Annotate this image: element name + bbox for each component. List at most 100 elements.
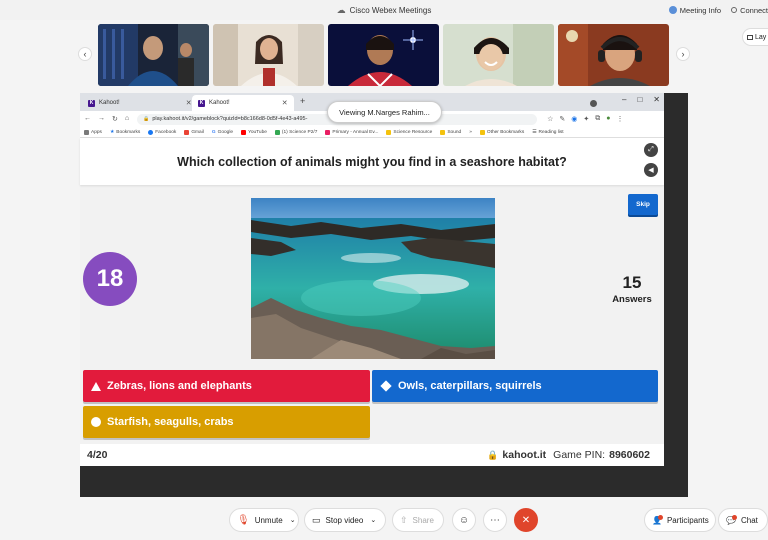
answer-option-1[interactable]: Zebras, lions and elephants xyxy=(83,370,370,402)
browser-tab-2[interactable]: K Kahoot! ✕ xyxy=(192,95,294,111)
game-pin: 8960602 xyxy=(609,449,650,461)
bookmark-apps[interactable]: Apps xyxy=(84,129,102,135)
close-window-icon[interactable]: ✕ xyxy=(653,95,660,104)
apps-icon xyxy=(84,129,89,135)
pen-icon[interactable]: ✎ xyxy=(559,115,565,123)
microphone-muted-icon: 🎙 xyxy=(237,514,250,526)
circle-icon xyxy=(91,417,101,427)
bookmark-reading-list[interactable]: ☰ Reading list xyxy=(532,130,563,135)
lock-icon: 🔒 xyxy=(143,116,150,122)
facebook-icon xyxy=(148,129,154,135)
webex-logo-icon: ☁ xyxy=(336,4,346,15)
home-icon[interactable]: ⌂ xyxy=(125,115,129,123)
bookmark-science-resource[interactable]: Science Resource xyxy=(386,129,432,135)
reactions-icon[interactable]: ☺ xyxy=(452,508,476,532)
diamond-icon xyxy=(380,380,392,392)
extension-icon[interactable]: ◉ xyxy=(571,115,577,123)
reload-icon[interactable]: ↻ xyxy=(112,115,118,123)
stop-video-button[interactable]: ▭ Stop video ⌄ xyxy=(304,508,386,532)
chevron-down-icon[interactable]: ⌄ xyxy=(370,516,376,524)
bookmarks-overflow-icon[interactable]: » xyxy=(469,130,472,135)
answer-option-3[interactable]: Starfish, seagulls, crabs xyxy=(83,406,370,438)
brand-url: kahoot.it xyxy=(502,449,547,461)
bookmark-youtube[interactable]: YouTube xyxy=(241,129,267,135)
connect-icon xyxy=(731,7,738,13)
sharing-indicator-icon xyxy=(590,100,597,107)
forward-icon[interactable]: → xyxy=(98,115,105,123)
menu-icon[interactable]: ⋮ xyxy=(616,115,623,123)
countdown-timer: 18 xyxy=(83,252,137,306)
seashore-image xyxy=(251,198,495,359)
end-meeting-icon[interactable]: ✕ xyxy=(514,508,538,532)
shared-browser-window: K Kahoot! ✕ K Kahoot! ✕ + – □ ✕ Viewing … xyxy=(80,93,664,466)
meeting-info-button[interactable]: Meeting Info xyxy=(668,6,721,15)
fullscreen-icon[interactable]: ⤢ xyxy=(644,143,658,157)
participants-icon: 👤 xyxy=(652,514,663,525)
viewing-indicator[interactable]: Viewing M.Narges Rahim... xyxy=(327,101,442,123)
answers-counter: 15 Answers xyxy=(592,273,672,305)
folder-icon xyxy=(479,129,485,135)
more-options-icon[interactable]: ⋯ xyxy=(483,508,507,532)
participant-video-2-image xyxy=(213,24,324,86)
layout-button[interactable]: Lay xyxy=(742,28,768,46)
participant-video-1-image xyxy=(98,24,209,86)
kahoot-game-area: Which collection of animals might you fi… xyxy=(80,138,664,466)
science-icon xyxy=(274,129,280,135)
bookmark-primary[interactable]: Primary - Annual Ev... xyxy=(325,129,378,135)
chevron-down-icon[interactable]: ⌄ xyxy=(290,516,296,524)
lock-icon: 🔒 xyxy=(487,449,499,460)
participants-button[interactable]: 👤 Participants xyxy=(644,508,716,532)
extensions-icon[interactable]: ⧉ xyxy=(595,115,600,123)
answers-label: Answers xyxy=(612,294,652,305)
tab-close-icon[interactable]: ✕ xyxy=(282,99,288,107)
kahoot-favicon-icon: K xyxy=(198,99,205,107)
participant-video-1[interactable] xyxy=(98,24,209,86)
participant-video-4-image xyxy=(443,24,554,86)
profile-avatar-icon[interactable]: ● xyxy=(606,115,610,123)
bookmark-facebook[interactable]: Facebook xyxy=(148,129,176,135)
share-icon: ⇧ xyxy=(400,514,408,525)
bookmark-sound[interactable]: Sound xyxy=(440,129,461,135)
tab-close-icon[interactable]: ✕ xyxy=(186,99,192,107)
maximize-icon[interactable]: □ xyxy=(637,95,642,104)
game-footer: 4/20 🔒 kahoot.it Game PIN: 8960602 xyxy=(80,444,664,466)
folder-icon xyxy=(386,129,392,135)
bookmark-gmail[interactable]: Gmail xyxy=(184,129,204,135)
seashore-photo xyxy=(251,198,495,359)
strip-prev-arrow-icon[interactable]: ‹ xyxy=(78,47,92,61)
browser-tab-1[interactable]: K Kahoot! ✕ xyxy=(82,95,198,111)
bookmark-other[interactable]: Other Bookmarks xyxy=(479,129,524,135)
minimize-icon[interactable]: – xyxy=(622,95,626,104)
chat-button[interactable]: 💬 Chat xyxy=(718,508,768,532)
participant-video-3-image xyxy=(328,24,439,86)
gmail-icon xyxy=(184,129,190,135)
participant-video-4[interactable] xyxy=(443,24,554,86)
bookmark-bookmarks[interactable]: ★ Bookmarks xyxy=(110,130,140,135)
answer-option-2[interactable]: Owls, caterpillars, squirrels xyxy=(372,370,658,402)
answers-count: 15 xyxy=(622,273,642,292)
question-bar: Which collection of animals might you fi… xyxy=(80,138,664,185)
skip-button[interactable]: Skip xyxy=(628,194,658,215)
puzzle-icon[interactable]: ✦ xyxy=(583,115,589,123)
participant-video-3[interactable] xyxy=(328,24,439,86)
strip-next-arrow-icon[interactable]: › xyxy=(676,47,690,61)
back-icon[interactable]: ← xyxy=(84,115,91,123)
question-text: Which collection of animals might you fi… xyxy=(177,154,567,169)
participant-video-2[interactable] xyxy=(213,24,324,86)
connect-button[interactable]: Connect xyxy=(731,6,768,15)
new-tab-icon[interactable]: + xyxy=(300,96,305,106)
participant-video-5[interactable] xyxy=(558,24,669,86)
unmute-button[interactable]: 🎙 Unmute ⌄ xyxy=(229,508,299,532)
extension-icons: ☆ ✎ ◉ ✦ ⧉ ● ⋮ xyxy=(547,115,623,123)
participant-strip: ‹ › Lay xyxy=(0,20,768,92)
bookmark-google[interactable]: G Google xyxy=(212,130,233,135)
info-icon xyxy=(668,6,677,14)
share-button[interactable]: ⇧ Share xyxy=(392,508,444,532)
reading-list-icon: ☰ xyxy=(532,129,537,135)
star-icon[interactable]: ☆ xyxy=(547,115,553,123)
bookmark-science[interactable]: (1) Science P2/7 xyxy=(274,129,317,135)
window-title: ☁ Cisco Webex Meetings xyxy=(336,4,432,15)
sound-icon[interactable]: ◀ xyxy=(644,163,658,177)
kahoot-favicon-icon: K xyxy=(88,99,95,107)
layout-icon xyxy=(747,34,753,40)
